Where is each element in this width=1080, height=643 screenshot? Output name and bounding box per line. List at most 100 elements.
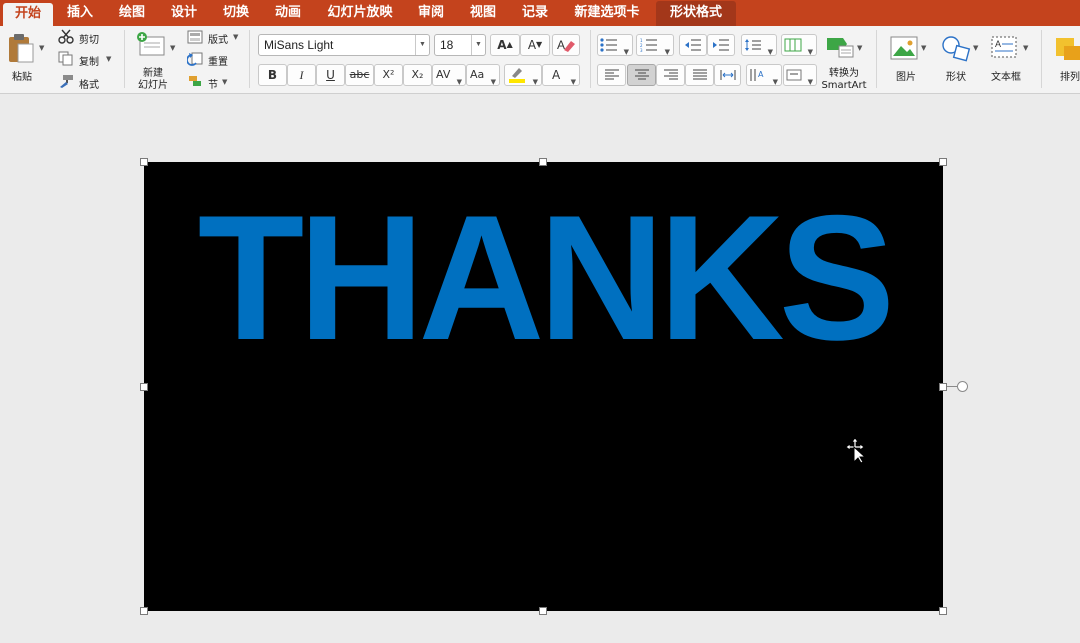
resize-handle-top[interactable] xyxy=(539,158,547,166)
tab-draw[interactable]: 绘图 xyxy=(114,0,150,26)
resize-handle-bottom[interactable] xyxy=(539,607,547,615)
align-text-icon xyxy=(786,69,802,81)
align-right-button[interactable] xyxy=(656,64,685,86)
reset-label[interactable]: 重置 xyxy=(208,53,228,68)
columns-icon xyxy=(784,38,802,52)
chevron-down-icon: ▼ xyxy=(807,48,813,56)
character-spacing-button[interactable]: AV ▼ xyxy=(432,64,466,86)
highlighter-icon xyxy=(509,68,525,83)
section-label[interactable]: 节 xyxy=(208,76,218,91)
change-case-label: Aa xyxy=(470,68,485,81)
smartart-dropdown-icon[interactable]: ▼ xyxy=(857,44,862,52)
numbering-button[interactable]: 1 2 3 ▼ xyxy=(636,34,674,56)
resize-handle-left[interactable] xyxy=(140,383,148,391)
textbox-icon[interactable]: A xyxy=(990,34,1020,62)
distributed-button[interactable] xyxy=(714,64,741,86)
resize-handle-right[interactable] xyxy=(939,383,947,391)
resize-handle-top-right[interactable] xyxy=(939,158,947,166)
scissors-icon[interactable] xyxy=(58,29,74,44)
picture-dropdown-icon[interactable]: ▼ xyxy=(921,44,926,52)
slide-title-text[interactable]: THANKS xyxy=(152,189,935,367)
align-text-button[interactable]: ▼ xyxy=(783,64,817,86)
tab-review[interactable]: 审阅 xyxy=(413,0,449,26)
layout-dropdown-icon[interactable]: ▼ xyxy=(233,33,238,41)
copy-icon[interactable] xyxy=(58,51,74,66)
shapes-label[interactable]: 形状 xyxy=(946,68,966,83)
italic-button[interactable]: I xyxy=(287,64,316,86)
text-direction-button[interactable]: A ▼ xyxy=(746,64,782,86)
smartart-label[interactable]: 转换为 SmartArt xyxy=(818,68,870,92)
columns-button[interactable]: ▼ xyxy=(781,34,817,56)
new-slide-dropdown-icon[interactable]: ▼ xyxy=(170,44,175,52)
tab-home[interactable]: 开始 xyxy=(3,3,53,26)
format-painter-icon[interactable] xyxy=(58,74,74,88)
font-color-label: A xyxy=(552,68,561,82)
subscript-button[interactable]: X₂ xyxy=(403,64,432,86)
slide-shape[interactable]: THANKS xyxy=(144,162,943,611)
change-case-button[interactable]: Aa ▼ xyxy=(466,64,500,86)
tab-animations[interactable]: 动画 xyxy=(270,0,306,26)
chevron-down-icon: ▼ xyxy=(623,48,629,56)
text-direction-icon: A xyxy=(750,69,764,81)
rotate-handle-icon[interactable] xyxy=(957,381,968,392)
arrow-down-icon: ▼ xyxy=(536,40,543,49)
align-left-icon xyxy=(604,69,619,80)
resize-handle-bottom-right[interactable] xyxy=(939,607,947,615)
copy-dropdown-icon[interactable]: ▼ xyxy=(106,55,111,63)
font-name-dropdown-icon[interactable]: ▼ xyxy=(415,35,429,55)
strikethrough-button[interactable]: abc xyxy=(345,64,374,86)
tab-record[interactable]: 记录 xyxy=(517,0,553,26)
tab-design[interactable]: 设计 xyxy=(166,0,202,26)
svg-text:3: 3 xyxy=(640,48,643,52)
resize-handle-bottom-left[interactable] xyxy=(140,607,148,615)
layout-icon[interactable] xyxy=(187,30,203,44)
copy-label[interactable]: 复制 xyxy=(79,53,99,68)
paste-dropdown-icon[interactable]: ▼ xyxy=(39,44,44,52)
shrink-font-button[interactable]: A▼ xyxy=(520,34,550,56)
textbox-dropdown-icon[interactable]: ▼ xyxy=(1023,44,1028,52)
section-icon[interactable] xyxy=(187,74,203,88)
bullets-button[interactable]: ▼ xyxy=(597,34,633,56)
grow-font-button[interactable]: A▲ xyxy=(490,34,520,56)
cut-label[interactable]: 剪切 xyxy=(79,31,99,46)
tab-view[interactable]: 视图 xyxy=(465,0,501,26)
tab-new-tab[interactable]: 新建选项卡 xyxy=(569,0,645,26)
arrange-icon[interactable] xyxy=(1054,34,1080,62)
font-size-dropdown-icon[interactable]: ▼ xyxy=(471,35,485,55)
format-painter-label[interactable]: 格式 xyxy=(79,76,99,91)
align-left-button[interactable] xyxy=(597,64,626,86)
clear-formatting-button[interactable]: A xyxy=(552,34,580,56)
section-dropdown-icon[interactable]: ▼ xyxy=(222,78,227,86)
layout-label[interactable]: 版式 xyxy=(208,31,228,46)
justify-button[interactable] xyxy=(685,64,714,86)
picture-label[interactable]: 图片 xyxy=(896,68,916,83)
align-center-button[interactable] xyxy=(627,64,656,86)
font-color-button[interactable]: A ▼ xyxy=(542,64,580,86)
paste-icon[interactable] xyxy=(6,32,36,64)
superscript-button[interactable]: X² xyxy=(374,64,403,86)
shapes-dropdown-icon[interactable]: ▼ xyxy=(973,44,978,52)
font-name-field[interactable]: MiSans Light ▼ xyxy=(258,34,430,56)
arrange-label[interactable]: 排列 xyxy=(1060,68,1080,83)
new-slide-icon[interactable] xyxy=(135,31,167,59)
picture-icon[interactable] xyxy=(890,36,918,60)
new-slide-label[interactable]: 新建 幻灯片 xyxy=(136,68,170,92)
ribbon-separator xyxy=(124,30,125,88)
tab-slideshow[interactable]: 幻灯片放映 xyxy=(322,0,398,26)
line-spacing-button[interactable]: ▼ xyxy=(741,34,777,56)
highlight-button[interactable]: ▼ xyxy=(504,64,542,86)
underline-button[interactable]: U xyxy=(316,64,345,86)
increase-indent-button[interactable] xyxy=(707,34,735,56)
resize-handle-top-left[interactable] xyxy=(140,158,148,166)
tab-shape-format[interactable]: 形状格式 xyxy=(656,1,736,26)
reset-icon[interactable] xyxy=(187,51,203,66)
font-size-field[interactable]: 18 ▼ xyxy=(434,34,486,56)
textbox-label[interactable]: 文本框 xyxy=(991,68,1021,83)
tab-transitions[interactable]: 切换 xyxy=(218,0,254,26)
rotate-handle-connector xyxy=(947,386,957,387)
decrease-indent-button[interactable] xyxy=(679,34,707,56)
smartart-icon[interactable] xyxy=(825,32,855,60)
shapes-icon[interactable] xyxy=(941,34,971,62)
tab-insert[interactable]: 插入 xyxy=(62,0,98,26)
bold-button[interactable]: B xyxy=(258,64,287,86)
